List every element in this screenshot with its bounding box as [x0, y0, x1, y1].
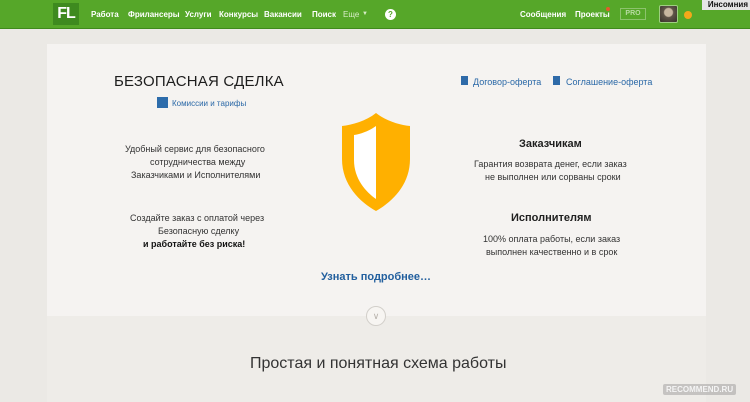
cta-line: Создайте заказ с оплатой через [130, 213, 265, 223]
top-navbar: FL Работа Фрилансеры Услуги Конкурсы Вак… [0, 0, 750, 29]
learn-more-link[interactable]: Узнать подробнее… [321, 271, 431, 283]
customers-title: Заказчикам [519, 138, 582, 150]
nav-projects[interactable]: Проекты [575, 10, 610, 19]
nav-contests[interactable]: Конкурсы [219, 10, 258, 19]
window-title: Инсомния [702, 0, 750, 10]
nav-services[interactable]: Услуги [185, 10, 212, 19]
shield-icon [342, 113, 410, 211]
notification-badge [606, 7, 610, 11]
tariff-book-icon [157, 97, 168, 108]
intro-line: Заказчиками и Исполнителями [131, 170, 261, 180]
nav-messages[interactable]: Сообщения [520, 10, 566, 19]
customers-line: Гарантия возврата денег, если заказ [474, 159, 627, 169]
nav-more[interactable]: Еще [343, 10, 359, 19]
nav-vacancies[interactable]: Вакансии [264, 10, 302, 19]
scheme-title: Простая и понятная схема работы [250, 355, 507, 372]
nav-search[interactable]: Поиск [312, 10, 336, 19]
help-icon[interactable]: ? [385, 9, 396, 20]
intro-line: Удобный сервис для безопасного [125, 144, 265, 154]
cta-bold-line: и работайте без риска! [143, 239, 246, 249]
document-icon [461, 76, 468, 85]
recommend-watermark: RECOMMEND.RU [663, 384, 737, 395]
pro-badge[interactable]: PRO [620, 8, 646, 20]
executors-title: Исполнителям [511, 212, 592, 224]
cta-line: Безопасную сделку [158, 226, 240, 236]
intro-line: сотрудничества между [150, 157, 246, 167]
document-icon [553, 76, 560, 85]
chevron-down-icon: ∨ [372, 311, 380, 321]
contract-offer-link[interactable]: Договор-оферта [473, 77, 541, 87]
executors-line: 100% оплата работы, если заказ [483, 234, 621, 244]
coin-icon[interactable] [684, 11, 692, 19]
agreement-offer-link[interactable]: Соглашение-оферта [566, 77, 652, 87]
scroll-down-button[interactable]: ∨ [366, 306, 386, 326]
nav-freelancers[interactable]: Фрилансеры [128, 10, 180, 19]
customers-line: не выполнен или сорваны сроки [485, 172, 621, 182]
chevron-down-icon[interactable]: ▼ [362, 11, 368, 17]
fl-logo[interactable]: FL [53, 3, 79, 25]
user-avatar[interactable] [659, 5, 678, 23]
tariffs-link[interactable]: Комиссии и тарифы [172, 99, 246, 108]
page-title: БЕЗОПАСНАЯ СДЕЛКА [114, 73, 284, 90]
executors-line: выполнен качественно и в срок [486, 247, 618, 257]
nav-work[interactable]: Работа [91, 10, 119, 19]
